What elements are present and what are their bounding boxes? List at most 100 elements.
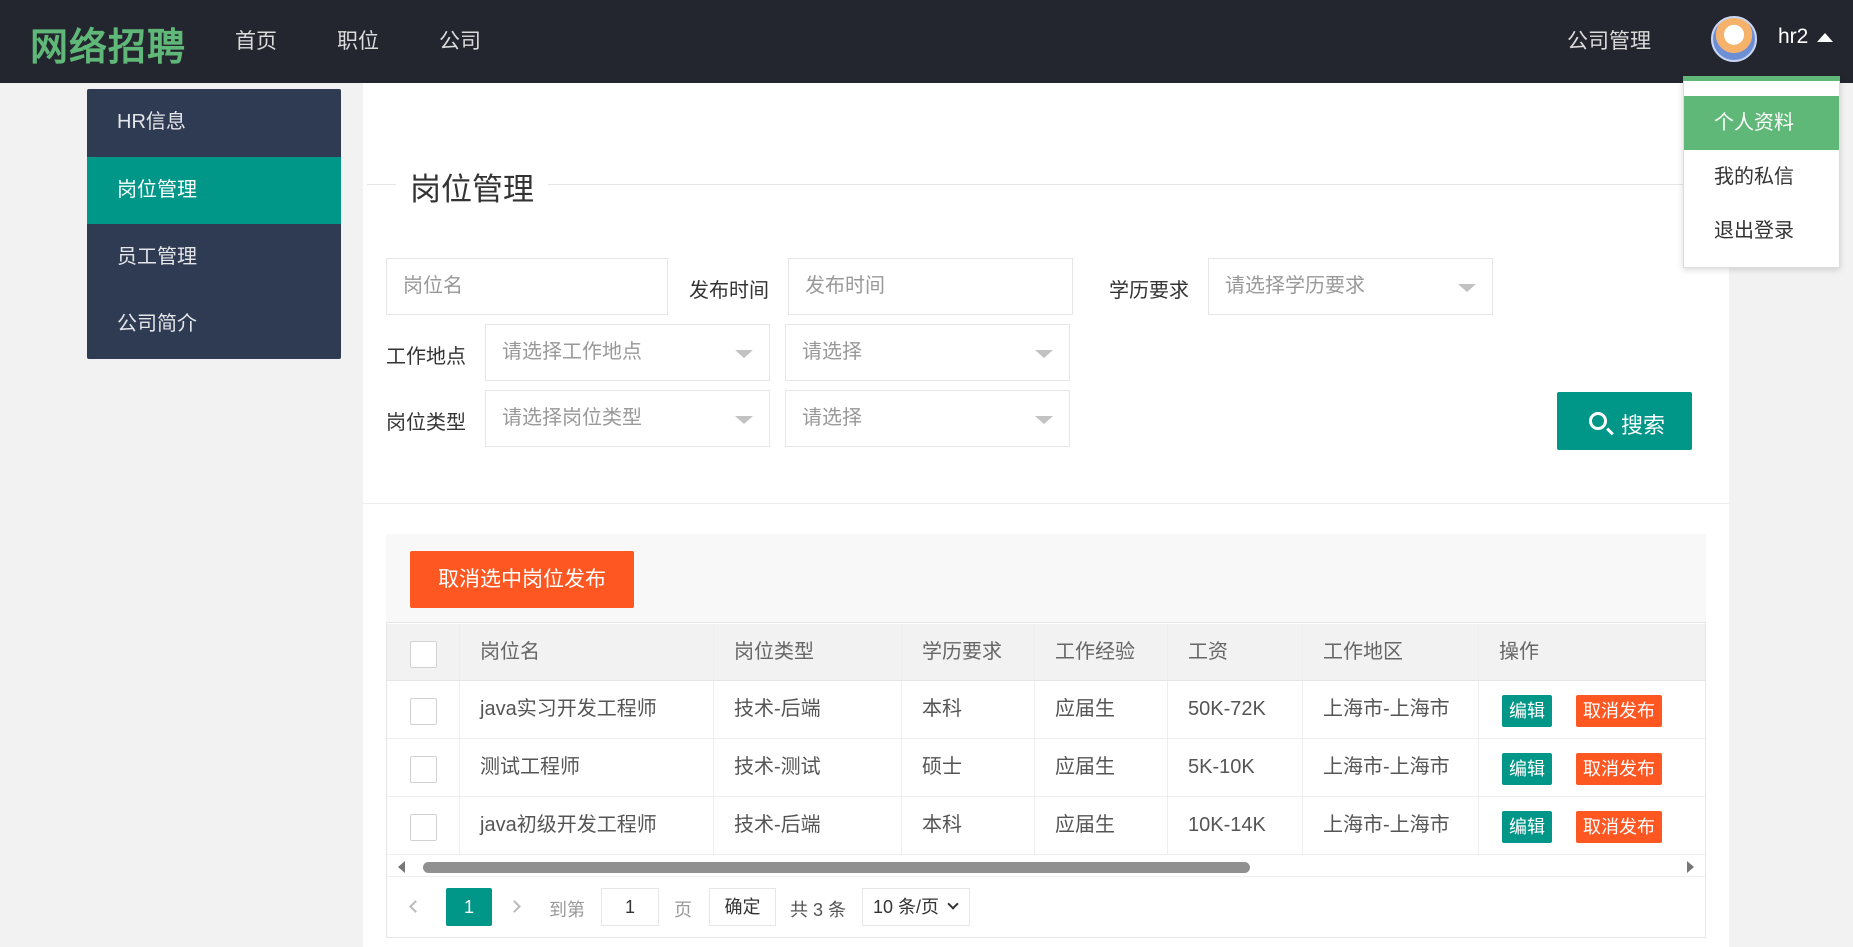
location-sub-select[interactable]: 请选择 [785,324,1070,381]
education-select[interactable]: 请选择学历要求 [1208,258,1493,315]
top-navbar: 网络招聘 首页 职位 公司 公司管理 hr2 [0,0,1853,83]
column-header[interactable]: 工作经验 [1035,624,1168,680]
dropdown-arrow-icon [1458,284,1476,292]
confirm-goto-button[interactable]: 确定 [709,888,776,926]
row-checkbox[interactable] [410,698,437,725]
row-checkbox-cell [387,739,460,796]
job-name-input[interactable]: 岗位名 [386,258,668,315]
cell-salary: 5K-10K [1168,739,1303,796]
location-label: 工作地点 [386,346,466,368]
sidebar-item-job-manage[interactable]: 岗位管理 [87,157,341,224]
publish-time-input[interactable]: 发布时间 [788,258,1073,315]
table-row: java实习开发工程师 技术-后端 本科 应届生 50K-72K 上海市-上海市… [387,681,1705,739]
cell-job-type: 技术-测试 [714,739,902,796]
cell-area: 上海市-上海市 [1303,797,1479,854]
search-button[interactable]: 搜索 [1557,392,1692,450]
menu-item-messages[interactable]: 我的私信 [1684,150,1839,204]
search-icon [1589,412,1607,430]
header-checkbox-cell [387,624,460,680]
dropdown-arrow-icon [735,350,753,358]
title-divider [367,184,1687,185]
cell-job-name: java实习开发工程师 [460,681,714,738]
cell-job-type: 技术-后端 [714,797,902,854]
sidebar: HR信息 岗位管理 员工管理 公司简介 [87,89,341,359]
caret-up-icon[interactable] [1817,33,1833,42]
avatar[interactable] [1711,16,1757,62]
batch-unpublish-button[interactable]: 取消选中岗位发布 [410,551,634,608]
cell-education: 本科 [902,797,1035,854]
edit-button[interactable]: 编辑 [1502,753,1552,785]
unpublish-button[interactable]: 取消发布 [1576,695,1662,727]
horizontal-scrollbar[interactable] [387,855,1705,877]
sidebar-item-employee-manage[interactable]: 员工管理 [87,224,341,291]
cell-job-type: 技术-后端 [714,681,902,738]
location-select-text: 请选择工作地点 [502,341,642,363]
table-header: 岗位名 岗位类型 学历要求 工作经验 工资 工作地区 操作 [387,624,1705,681]
nav-jobs[interactable]: 职位 [337,25,379,55]
cell-area: 上海市-上海市 [1303,681,1479,738]
user-dropdown-menu: 个人资料 我的私信 退出登录 [1683,76,1840,268]
section-divider [363,503,1729,504]
publish-time-label: 发布时间 [689,280,769,302]
nav-home[interactable]: 首页 [235,25,277,55]
job-type-label: 岗位类型 [386,412,466,434]
dropdown-arrow-icon [1035,416,1053,424]
cell-salary: 50K-72K [1168,681,1303,738]
goto-label: 到第 [549,900,585,920]
cell-area: 上海市-上海市 [1303,739,1479,796]
select-all-checkbox[interactable] [410,641,437,668]
search-button-label: 搜索 [1621,413,1666,438]
menu-item-logout[interactable]: 退出登录 [1684,204,1839,258]
row-checkbox[interactable] [410,756,437,783]
nav-companies[interactable]: 公司 [439,25,481,55]
sidebar-item-company-intro[interactable]: 公司简介 [87,291,341,358]
edit-button[interactable]: 编辑 [1502,811,1552,843]
site-logo[interactable]: 网络招聘 [30,16,186,71]
unpublish-button[interactable]: 取消发布 [1576,753,1662,785]
scroll-left-icon[interactable] [398,861,405,873]
cell-actions: 编辑 取消发布 [1479,797,1705,854]
job-type-sub-select-text: 请选择 [802,407,862,429]
scroll-right-icon[interactable] [1687,861,1694,873]
column-header[interactable]: 学历要求 [902,624,1035,680]
cell-actions: 编辑 取消发布 [1479,681,1705,738]
chevron-down-icon [947,898,959,910]
job-type-sub-select[interactable]: 请选择 [785,390,1070,447]
scrollbar-thumb[interactable] [423,862,1250,873]
current-page[interactable]: 1 [446,888,492,926]
dropdown-arrow-icon [735,416,753,424]
goto-page-input[interactable]: 1 [601,888,659,926]
dropdown-accent-bar [1683,76,1840,81]
column-header: 操作 [1499,641,1539,663]
cell-experience: 应届生 [1035,681,1168,738]
job-type-select-text: 请选择岗位类型 [502,407,642,429]
location-select[interactable]: 请选择工作地点 [485,324,770,381]
menu-item-profile[interactable]: 个人资料 [1684,96,1839,150]
row-checkbox[interactable] [410,814,437,841]
cell-experience: 应届生 [1035,739,1168,796]
dropdown-arrow-icon [1035,350,1053,358]
edit-button[interactable]: 编辑 [1502,695,1552,727]
education-label: 学历要求 [1109,280,1189,302]
cell-education: 硕士 [902,739,1035,796]
location-sub-select-text: 请选择 [802,341,862,363]
column-header[interactable]: 岗位类型 [714,624,902,680]
job-type-select[interactable]: 请选择岗位类型 [485,390,770,447]
username[interactable]: hr2 [1778,25,1808,49]
nav-company-manage[interactable]: 公司管理 [1567,25,1651,55]
cell-job-name: java初级开发工程师 [460,797,714,854]
page-size-select[interactable]: 10 条/页 [862,888,970,926]
column-header[interactable]: 工作地区 [1303,624,1479,680]
column-header[interactable]: 岗位名 [460,624,714,680]
total-count: 共 3 条 [790,900,847,920]
sidebar-item-hr-info[interactable]: HR信息 [87,89,341,156]
cell-experience: 应届生 [1035,797,1168,854]
column-header[interactable]: 工资 [1168,624,1303,680]
table-row: java初级开发工程师 技术-后端 本科 应届生 10K-14K 上海市-上海市… [387,797,1705,855]
unpublish-button[interactable]: 取消发布 [1576,811,1662,843]
cell-actions: 编辑 取消发布 [1479,739,1705,796]
row-checkbox-cell [387,681,460,738]
cell-education: 本科 [902,681,1035,738]
cell-job-name: 测试工程师 [460,739,714,796]
row-checkbox-cell [387,797,460,854]
